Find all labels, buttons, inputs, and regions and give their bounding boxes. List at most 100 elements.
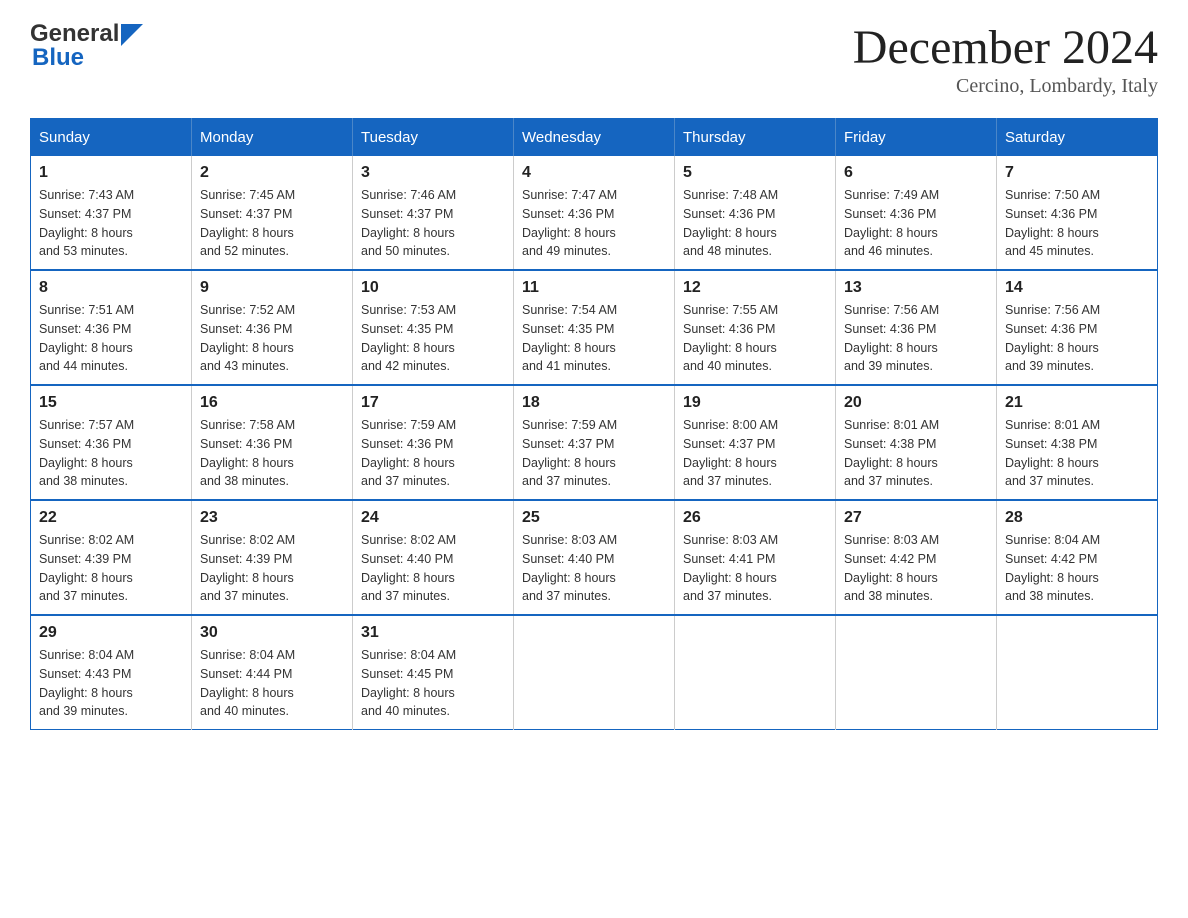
table-row: 12 Sunrise: 7:55 AM Sunset: 4:36 PM Dayl… [675, 270, 836, 385]
table-row: 10 Sunrise: 7:53 AM Sunset: 4:35 PM Dayl… [353, 270, 514, 385]
table-row: 6 Sunrise: 7:49 AM Sunset: 4:36 PM Dayli… [836, 156, 997, 270]
day-number: 23 [200, 509, 344, 527]
table-row: 22 Sunrise: 8:02 AM Sunset: 4:39 PM Dayl… [31, 500, 192, 615]
table-row: 1 Sunrise: 7:43 AM Sunset: 4:37 PM Dayli… [31, 156, 192, 270]
day-info: Sunrise: 8:03 AM Sunset: 4:42 PM Dayligh… [844, 531, 988, 606]
day-info: Sunrise: 8:04 AM Sunset: 4:43 PM Dayligh… [39, 646, 183, 721]
calendar-week-row: 1 Sunrise: 7:43 AM Sunset: 4:37 PM Dayli… [31, 156, 1158, 270]
day-number: 20 [844, 394, 988, 412]
col-monday: Monday [192, 119, 353, 157]
day-number: 27 [844, 509, 988, 527]
col-sunday: Sunday [31, 119, 192, 157]
table-row: 13 Sunrise: 7:56 AM Sunset: 4:36 PM Dayl… [836, 270, 997, 385]
day-info: Sunrise: 7:46 AM Sunset: 4:37 PM Dayligh… [361, 186, 505, 261]
day-info: Sunrise: 8:00 AM Sunset: 4:37 PM Dayligh… [683, 416, 827, 491]
day-info: Sunrise: 7:58 AM Sunset: 4:36 PM Dayligh… [200, 416, 344, 491]
logo-blue-text: Blue [32, 44, 84, 72]
table-row: 27 Sunrise: 8:03 AM Sunset: 4:42 PM Dayl… [836, 500, 997, 615]
title-area: December 2024 Cercino, Lombardy, Italy [853, 20, 1158, 98]
location-subtitle: Cercino, Lombardy, Italy [853, 75, 1158, 98]
day-number: 2 [200, 164, 344, 182]
day-number: 14 [1005, 279, 1149, 297]
table-row: 19 Sunrise: 8:00 AM Sunset: 4:37 PM Dayl… [675, 385, 836, 500]
day-number: 17 [361, 394, 505, 412]
day-info: Sunrise: 7:56 AM Sunset: 4:36 PM Dayligh… [1005, 301, 1149, 376]
table-row: 15 Sunrise: 7:57 AM Sunset: 4:36 PM Dayl… [31, 385, 192, 500]
table-row: 31 Sunrise: 8:04 AM Sunset: 4:45 PM Dayl… [353, 615, 514, 730]
calendar-table: Sunday Monday Tuesday Wednesday Thursday… [30, 118, 1158, 730]
day-number: 1 [39, 164, 183, 182]
col-thursday: Thursday [675, 119, 836, 157]
day-info: Sunrise: 7:45 AM Sunset: 4:37 PM Dayligh… [200, 186, 344, 261]
day-info: Sunrise: 7:48 AM Sunset: 4:36 PM Dayligh… [683, 186, 827, 261]
day-info: Sunrise: 7:52 AM Sunset: 4:36 PM Dayligh… [200, 301, 344, 376]
calendar-week-row: 15 Sunrise: 7:57 AM Sunset: 4:36 PM Dayl… [31, 385, 1158, 500]
calendar-week-row: 8 Sunrise: 7:51 AM Sunset: 4:36 PM Dayli… [31, 270, 1158, 385]
day-number: 11 [522, 279, 666, 297]
table-row: 7 Sunrise: 7:50 AM Sunset: 4:36 PM Dayli… [997, 156, 1158, 270]
day-number: 4 [522, 164, 666, 182]
table-row: 25 Sunrise: 8:03 AM Sunset: 4:40 PM Dayl… [514, 500, 675, 615]
table-row [675, 615, 836, 730]
day-number: 12 [683, 279, 827, 297]
calendar-header-row: Sunday Monday Tuesday Wednesday Thursday… [31, 119, 1158, 157]
day-info: Sunrise: 8:04 AM Sunset: 4:44 PM Dayligh… [200, 646, 344, 721]
day-number: 15 [39, 394, 183, 412]
day-number: 19 [683, 394, 827, 412]
day-number: 22 [39, 509, 183, 527]
table-row: 20 Sunrise: 8:01 AM Sunset: 4:38 PM Dayl… [836, 385, 997, 500]
day-info: Sunrise: 7:56 AM Sunset: 4:36 PM Dayligh… [844, 301, 988, 376]
col-friday: Friday [836, 119, 997, 157]
day-info: Sunrise: 8:04 AM Sunset: 4:45 PM Dayligh… [361, 646, 505, 721]
col-saturday: Saturday [997, 119, 1158, 157]
day-info: Sunrise: 8:02 AM Sunset: 4:39 PM Dayligh… [200, 531, 344, 606]
calendar-week-row: 22 Sunrise: 8:02 AM Sunset: 4:39 PM Dayl… [31, 500, 1158, 615]
day-number: 3 [361, 164, 505, 182]
table-row: 11 Sunrise: 7:54 AM Sunset: 4:35 PM Dayl… [514, 270, 675, 385]
day-number: 28 [1005, 509, 1149, 527]
day-info: Sunrise: 7:51 AM Sunset: 4:36 PM Dayligh… [39, 301, 183, 376]
day-number: 16 [200, 394, 344, 412]
day-info: Sunrise: 7:57 AM Sunset: 4:36 PM Dayligh… [39, 416, 183, 491]
day-number: 7 [1005, 164, 1149, 182]
table-row: 8 Sunrise: 7:51 AM Sunset: 4:36 PM Dayli… [31, 270, 192, 385]
day-number: 26 [683, 509, 827, 527]
logo: General Blue [30, 20, 143, 72]
table-row: 26 Sunrise: 8:03 AM Sunset: 4:41 PM Dayl… [675, 500, 836, 615]
day-info: Sunrise: 7:50 AM Sunset: 4:36 PM Dayligh… [1005, 186, 1149, 261]
day-info: Sunrise: 7:55 AM Sunset: 4:36 PM Dayligh… [683, 301, 827, 376]
day-number: 9 [200, 279, 344, 297]
table-row: 21 Sunrise: 8:01 AM Sunset: 4:38 PM Dayl… [997, 385, 1158, 500]
day-number: 30 [200, 624, 344, 642]
day-number: 6 [844, 164, 988, 182]
day-number: 8 [39, 279, 183, 297]
day-number: 10 [361, 279, 505, 297]
table-row [836, 615, 997, 730]
day-info: Sunrise: 7:47 AM Sunset: 4:36 PM Dayligh… [522, 186, 666, 261]
day-info: Sunrise: 7:54 AM Sunset: 4:35 PM Dayligh… [522, 301, 666, 376]
table-row: 18 Sunrise: 7:59 AM Sunset: 4:37 PM Dayl… [514, 385, 675, 500]
day-info: Sunrise: 8:01 AM Sunset: 4:38 PM Dayligh… [844, 416, 988, 491]
day-info: Sunrise: 7:59 AM Sunset: 4:36 PM Dayligh… [361, 416, 505, 491]
calendar-week-row: 29 Sunrise: 8:04 AM Sunset: 4:43 PM Dayl… [31, 615, 1158, 730]
col-wednesday: Wednesday [514, 119, 675, 157]
day-number: 18 [522, 394, 666, 412]
day-info: Sunrise: 8:02 AM Sunset: 4:40 PM Dayligh… [361, 531, 505, 606]
col-tuesday: Tuesday [353, 119, 514, 157]
day-info: Sunrise: 7:43 AM Sunset: 4:37 PM Dayligh… [39, 186, 183, 261]
day-info: Sunrise: 7:49 AM Sunset: 4:36 PM Dayligh… [844, 186, 988, 261]
day-info: Sunrise: 8:03 AM Sunset: 4:41 PM Dayligh… [683, 531, 827, 606]
table-row: 17 Sunrise: 7:59 AM Sunset: 4:36 PM Dayl… [353, 385, 514, 500]
day-number: 5 [683, 164, 827, 182]
table-row: 5 Sunrise: 7:48 AM Sunset: 4:36 PM Dayli… [675, 156, 836, 270]
table-row: 9 Sunrise: 7:52 AM Sunset: 4:36 PM Dayli… [192, 270, 353, 385]
table-row: 30 Sunrise: 8:04 AM Sunset: 4:44 PM Dayl… [192, 615, 353, 730]
table-row: 4 Sunrise: 7:47 AM Sunset: 4:36 PM Dayli… [514, 156, 675, 270]
table-row: 3 Sunrise: 7:46 AM Sunset: 4:37 PM Dayli… [353, 156, 514, 270]
day-info: Sunrise: 8:04 AM Sunset: 4:42 PM Dayligh… [1005, 531, 1149, 606]
table-row [514, 615, 675, 730]
day-info: Sunrise: 7:53 AM Sunset: 4:35 PM Dayligh… [361, 301, 505, 376]
day-info: Sunrise: 8:03 AM Sunset: 4:40 PM Dayligh… [522, 531, 666, 606]
day-number: 31 [361, 624, 505, 642]
day-number: 29 [39, 624, 183, 642]
